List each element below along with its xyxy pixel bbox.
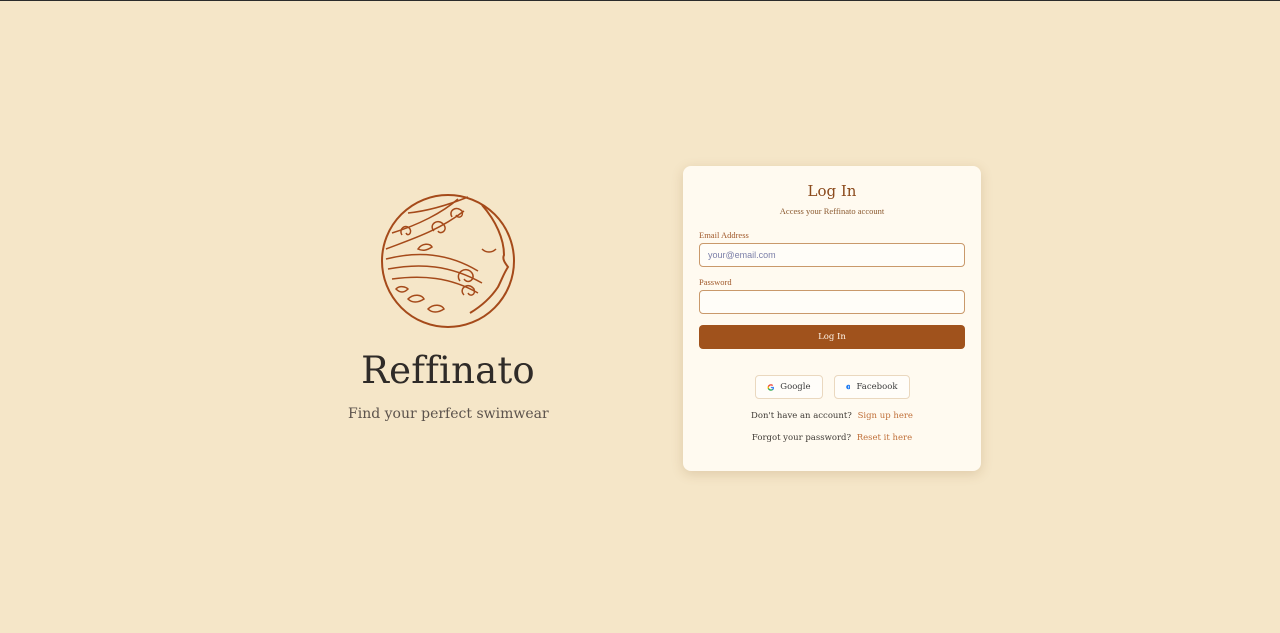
password-label: Password bbox=[699, 277, 732, 287]
forgot-prompt: Forgot your password? bbox=[751, 433, 852, 443]
google-label: Google bbox=[780, 382, 811, 392]
facebook-icon bbox=[845, 384, 851, 390]
social-login-row: Google Facebook bbox=[699, 375, 965, 399]
password-field[interactable] bbox=[699, 290, 965, 314]
login-card: Log In Access your Reffinato account Ema… bbox=[683, 166, 981, 471]
woman-face-swirl-logo-icon bbox=[381, 194, 515, 328]
forgot-line: Forgot your password? Reset it here bbox=[699, 433, 965, 443]
facebook-label: Facebook bbox=[856, 382, 898, 392]
signup-link[interactable]: Sign up here bbox=[858, 411, 913, 421]
google-icon bbox=[767, 383, 774, 391]
brand-tagline: Find your perfect swimwear bbox=[348, 406, 549, 422]
google-login-button[interactable]: Google bbox=[754, 375, 823, 399]
signup-line: Don't have an account? Sign up here bbox=[699, 411, 965, 421]
signup-prompt: Don't have an account? bbox=[751, 411, 852, 421]
email-field[interactable] bbox=[699, 243, 965, 267]
reset-password-link[interactable]: Reset it here bbox=[857, 433, 912, 443]
brand-section: Reffinato Find your perfect swimwear bbox=[348, 191, 549, 422]
login-subtitle: Access your Reffinato account bbox=[779, 206, 885, 216]
brand-name: Reffinato bbox=[361, 349, 535, 392]
login-button[interactable]: Log In bbox=[699, 325, 965, 349]
login-title: Log In bbox=[807, 182, 857, 200]
email-label: Email Address bbox=[699, 230, 749, 240]
facebook-login-button[interactable]: Facebook bbox=[833, 375, 910, 399]
